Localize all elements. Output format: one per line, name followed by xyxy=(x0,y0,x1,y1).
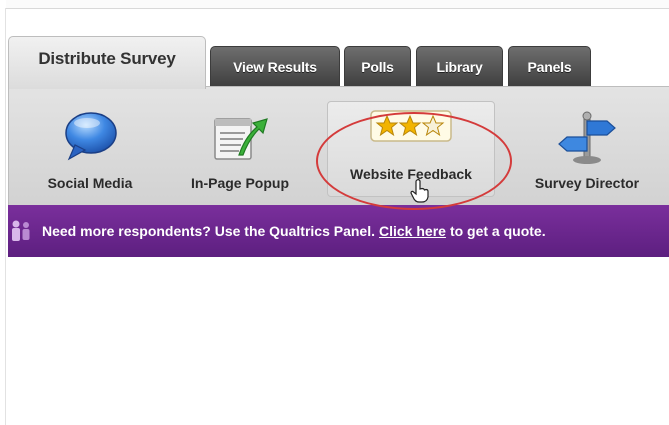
panel-promo-banner: Need more respondents? Use the Qualtrics… xyxy=(8,205,669,257)
star-rating-icon xyxy=(370,110,452,142)
tab-panels[interactable]: Panels xyxy=(508,46,591,86)
social-media-label: Social Media xyxy=(47,175,133,191)
tab-view-results[interactable]: View Results xyxy=(210,46,340,86)
tab-bar: Distribute Survey View Results Polls Lib… xyxy=(0,0,669,90)
banner-text: Need more respondents? Use the Qualtrics… xyxy=(42,223,375,239)
tab-polls[interactable]: Polls xyxy=(344,46,411,86)
speech-bubble-icon xyxy=(65,112,117,161)
get-quote-link[interactable]: Click here xyxy=(379,223,446,239)
survey-director-button[interactable]: Survey Director xyxy=(517,97,657,199)
signpost-icon xyxy=(558,111,616,164)
popup-window-arrow-icon xyxy=(214,118,268,160)
in-page-popup-label: In-Page Popup xyxy=(191,175,289,191)
tab-library[interactable]: Library xyxy=(416,46,503,86)
in-page-popup-button[interactable]: In-Page Popup xyxy=(175,97,305,199)
content-area xyxy=(8,257,669,425)
banner-text-end: to get a quote. xyxy=(449,223,546,239)
people-icon xyxy=(12,220,30,241)
social-media-button[interactable]: Social Media xyxy=(31,97,149,199)
distribution-toolbar: Social Media In-Page Popup Website Feedb… xyxy=(8,86,669,206)
hand-pointer-icon xyxy=(410,179,429,203)
tab-distribute-survey[interactable]: Distribute Survey xyxy=(8,36,206,89)
survey-director-label: Survey Director xyxy=(534,175,640,191)
